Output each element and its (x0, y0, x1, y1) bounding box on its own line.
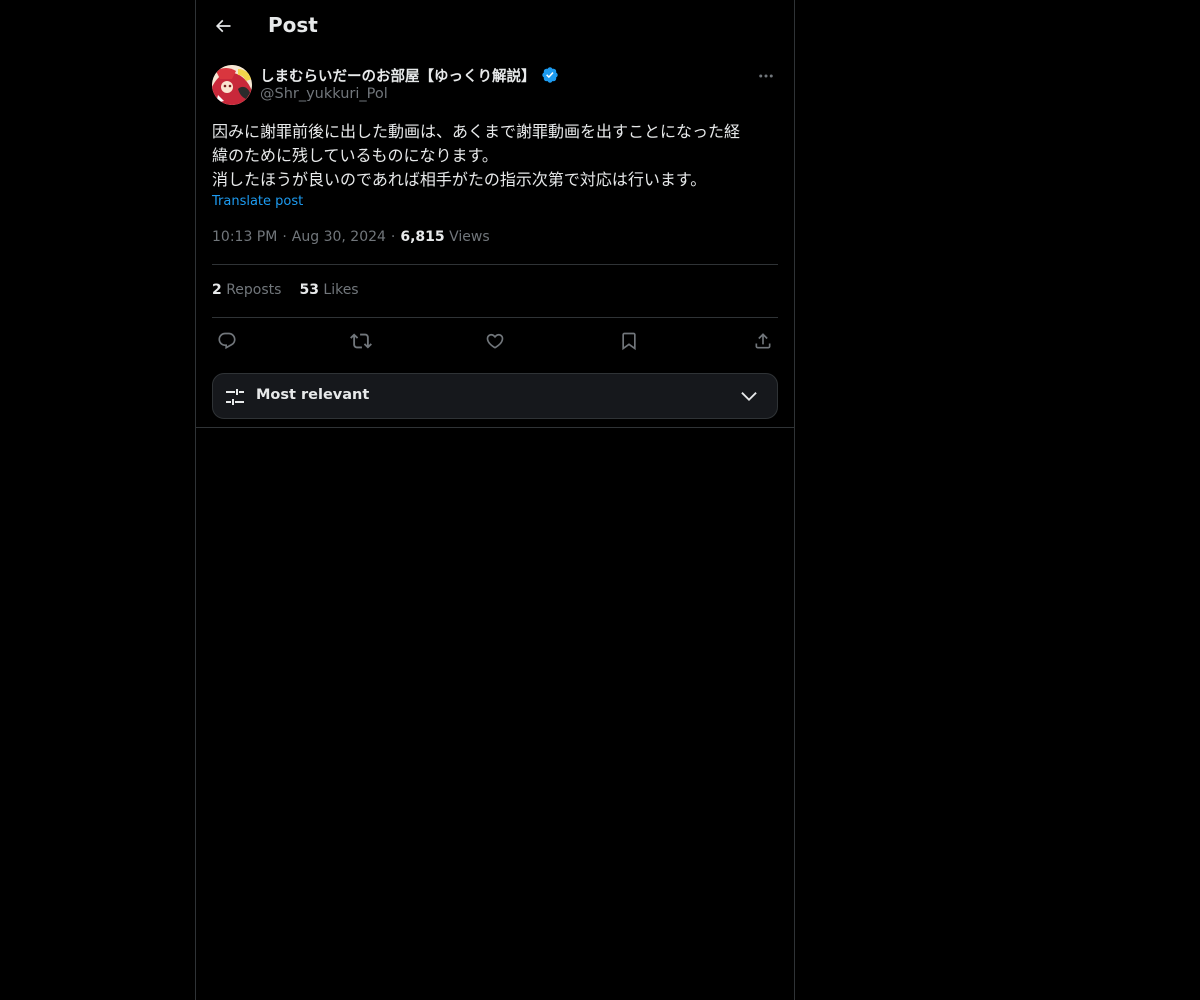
likes-stat[interactable]: 53 Likes (299, 282, 358, 298)
more-options-button[interactable] (754, 64, 778, 88)
like-icon (486, 333, 504, 349)
like-button[interactable] (480, 326, 510, 356)
sort-label: Most relevant (256, 387, 370, 403)
likes-count: 53 (299, 282, 319, 298)
divider (212, 317, 778, 318)
reposts-stat[interactable]: 2 Reposts (212, 282, 281, 298)
post-text-line: 消したほうが良いのであれば相手がたの指示次第で対応は行います。 (212, 170, 707, 189)
repost-button[interactable] (346, 326, 376, 356)
likes-label: Likes (323, 282, 359, 298)
post-text-line: 緯のために残しているものになります。 (212, 146, 498, 165)
avatar[interactable] (212, 65, 252, 105)
bookmark-icon (622, 332, 636, 351)
reply-icon (218, 332, 236, 350)
post-date[interactable]: Aug 30, 2024 (292, 229, 386, 245)
post-time[interactable]: 10:13 PM (212, 229, 277, 245)
divider (212, 264, 778, 265)
author-display-name[interactable]: しまむらいだーのお部屋【ゆっくり解説】 (260, 65, 559, 86)
post-metadata: 10:13 PM · Aug 30, 2024 · 6,815 Views (212, 229, 490, 245)
reposts-label: Reposts (226, 282, 282, 298)
translate-post-link[interactable]: Translate post (212, 194, 303, 209)
sliders-icon (226, 389, 244, 405)
top-bar: Post (196, 0, 794, 54)
back-button[interactable] (206, 9, 240, 43)
repost-icon (350, 333, 372, 349)
post-text: 因みに謝罪前後に出した動画は、あくまで謝罪動画を出すことになった経 緯のために残… (212, 120, 778, 192)
bookmark-button[interactable] (614, 326, 644, 356)
views-label: Views (449, 229, 490, 245)
replies-sort-dropdown[interactable]: Most relevant (212, 373, 778, 419)
divider (196, 427, 794, 428)
post-stats: 2 Reposts 53 Likes (212, 282, 359, 298)
post-detail-column: Post しまむらいだーのお部屋【ゆっくり解説】 @Shr_yukkuri_Po… (195, 0, 795, 1000)
more-horizontal-icon (759, 74, 773, 78)
author-handle[interactable]: @Shr_yukkuri_Pol (260, 86, 388, 102)
share-icon (755, 333, 771, 349)
reposts-count: 2 (212, 282, 222, 298)
post-author: しまむらいだーのお部屋【ゆっくり解説】 @Shr_yukkuri_Pol (212, 64, 778, 108)
page-title: Post (268, 13, 318, 37)
share-button[interactable] (748, 326, 778, 356)
arrow-left-icon (215, 19, 231, 33)
separator: · (390, 229, 396, 245)
verified-badge-icon (541, 67, 558, 83)
views-count: 6,815 (400, 229, 445, 245)
post-actions (212, 326, 778, 356)
reply-button[interactable] (212, 326, 242, 356)
post-text-line: 因みに謝罪前後に出した動画は、あくまで謝罪動画を出すことになった経 (212, 122, 741, 141)
avatar-image (212, 65, 252, 105)
chevron-down-icon (741, 392, 757, 402)
separator: · (282, 229, 287, 245)
author-display-name-text: しまむらいだーのお部屋【ゆっくり解説】 (260, 69, 536, 85)
